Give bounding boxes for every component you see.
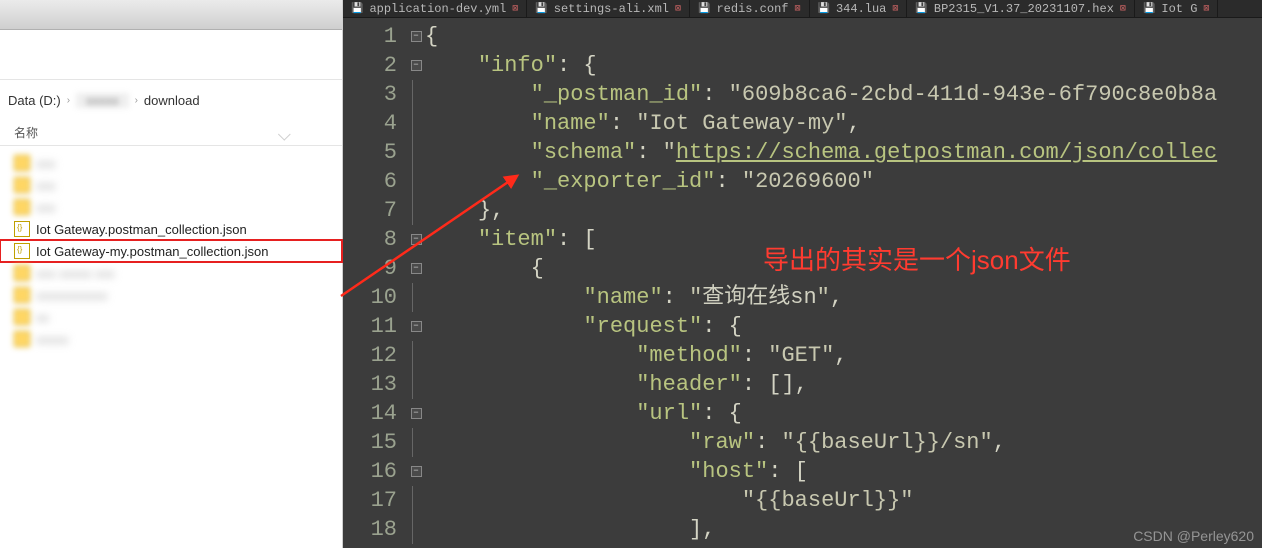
folder-icon [14,199,30,215]
file-row[interactable]: Iot Gateway.postman_collection.json [0,218,342,240]
file-row[interactable]: xxx xxxxx xxx [0,262,342,284]
save-icon: 💾 [1143,3,1155,15]
close-icon[interactable]: ⊠ [512,3,518,15]
fold-toggle-icon[interactable]: − [411,31,422,42]
editor-tab[interactable]: 💾 BP2315_V1.37_20231107.hex ⊠ [907,0,1135,17]
fold-toggle-icon[interactable]: − [411,466,422,477]
close-icon[interactable]: ⊠ [794,3,800,15]
file-list: xxx xxx xxx Iot Gateway.postman_collection.… [0,146,342,548]
column-header-name[interactable]: 名称 [0,120,342,146]
folder-icon [14,331,30,347]
tab-label: 344.lua [836,2,886,16]
file-row[interactable]: xxx [0,152,342,174]
watermark: CSDN @Perley620 [1133,528,1254,544]
editor-tab[interactable]: 💾 redis.conf ⊠ [690,0,810,17]
file-label: xx [36,310,49,325]
explorer-toolbar [0,0,342,80]
file-label: xxxxx [36,332,69,347]
tab-label: settings-ali.xml [554,2,669,16]
json-icon [14,243,30,259]
annotation-text: 导出的其实是一个json文件 [763,240,1071,277]
breadcrumb-drive[interactable]: Data (D:) [8,93,61,108]
save-icon: 💾 [698,3,710,15]
editor-tabs: 💾application-dev.yml⊠💾settings-ali.xml⊠💾… [343,0,1262,18]
fold-toggle-icon[interactable]: − [411,408,422,419]
breadcrumb[interactable]: Data (D:) › xxxxx › download [0,80,342,120]
file-row[interactable]: Iot Gateway-my.postman_collection.json [0,240,342,262]
chevron-right-icon: › [135,95,138,106]
save-icon: 💾 [351,3,363,15]
file-label: xxx [36,178,56,193]
file-row[interactable]: xxx [0,196,342,218]
editor-tab[interactable]: 💾 settings-ali.xml ⊠ [527,0,690,17]
file-row[interactable]: xxxxx [0,328,342,350]
save-icon: 💾 [915,3,927,15]
file-label: Iot Gateway.postman_collection.json [36,222,247,237]
file-row[interactable]: xxx [0,174,342,196]
close-icon[interactable]: ⊠ [1203,3,1209,15]
folder-icon [14,287,30,303]
fold-toggle-icon[interactable]: − [411,60,422,71]
tab-label: redis.conf [716,2,788,16]
code-editor: 💾application-dev.yml⊠💾settings-ali.xml⊠💾… [343,0,1262,548]
code-content[interactable]: { "info": { "_postman_id": "609b8ca6-2cb… [425,18,1262,548]
file-label: Iot Gateway-my.postman_collection.json [36,244,268,259]
folder-icon [14,265,30,281]
close-icon[interactable]: ⊠ [892,3,898,15]
chevron-right-icon: › [67,95,70,106]
editor-tab[interactable]: 💾 application-dev.yml ⊠ [343,0,527,17]
close-icon[interactable]: ⊠ [1120,3,1126,15]
folder-icon [14,155,30,171]
tab-label: application-dev.yml [369,2,506,16]
file-label: xxx [36,200,56,215]
fold-toggle-icon[interactable]: − [411,263,422,274]
breadcrumb-folder[interactable]: download [144,93,200,108]
file-label: xxx xxxxx xxx [36,266,115,281]
tab-label: Iot G [1161,2,1197,16]
breadcrumb-blurred[interactable]: xxxxx [76,93,129,108]
json-icon [14,221,30,237]
folder-icon [14,177,30,193]
fold-toggle-icon[interactable]: − [411,234,422,245]
editor-tab[interactable]: 💾 Iot G ⊠ [1135,0,1219,17]
close-icon[interactable]: ⊠ [675,3,681,15]
save-icon: 💾 [535,3,547,15]
code-area: 123456789101112131415161718 − − − − − − − { "i… [343,18,1262,548]
folder-icon [14,309,30,325]
file-label: xxxxxxxxxxx [36,288,108,303]
editor-tab[interactable]: 💾 344.lua ⊠ [810,0,908,17]
line-number-gutter: 123456789101112131415161718 [343,18,407,548]
file-row[interactable]: xxxxxxxxxxx [0,284,342,306]
file-explorer: Data (D:) › xxxxx › download 名称 xxxxxxxx… [0,0,343,548]
file-row[interactable]: xx [0,306,342,328]
save-icon: 💾 [818,3,830,15]
fold-column: − − − − − − − [407,18,425,548]
file-label: xxx [36,156,56,171]
fold-toggle-icon[interactable]: − [411,321,422,332]
tab-label: BP2315_V1.37_20231107.hex [934,2,1114,16]
